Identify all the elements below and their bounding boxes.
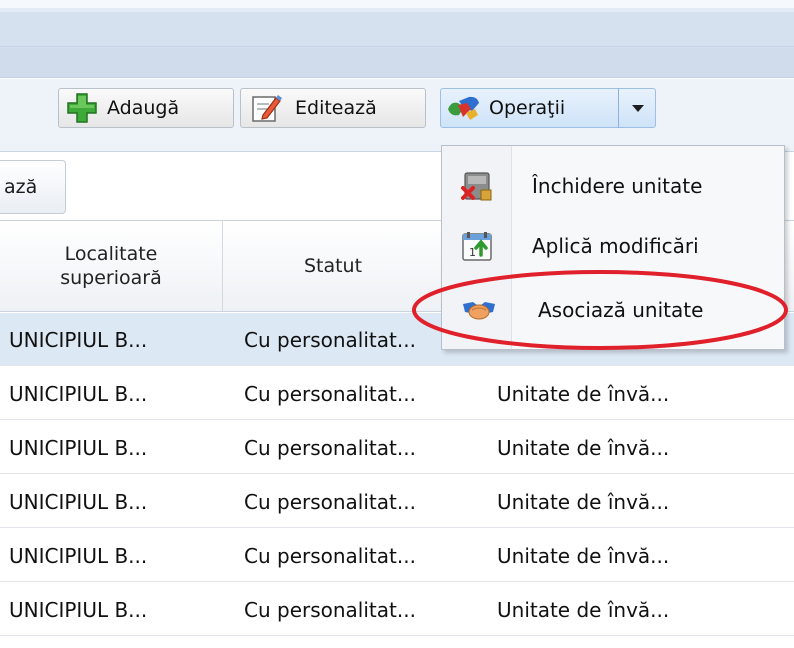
table-row[interactable]: UNICIPIUL B... Cu personalitat... Unitat…: [0, 421, 794, 474]
column-header-localitate[interactable]: Localitate superioară: [0, 221, 222, 311]
cell-statut: Cu personalitat...: [244, 381, 416, 406]
edit-icon: [252, 95, 282, 122]
operations-button-label: Operaţii: [489, 97, 566, 119]
menu-item-apply-changes[interactable]: 1 Aplică modificări: [442, 216, 784, 276]
cell-statut: Cu personalitat...: [244, 543, 416, 568]
table-row[interactable]: UNICIPIUL B... Cu personalitat... Unitat…: [0, 367, 794, 420]
cell-tip: Unitate de învă...: [497, 381, 670, 406]
cell-statut: Cu personalitat...: [244, 489, 416, 514]
menu-item-label: Aplică modificări: [532, 234, 699, 258]
secondary-tab[interactable]: ază: [0, 160, 66, 214]
table-row[interactable]: UNICIPIUL B... Cu personalitat... Unitat…: [0, 475, 794, 528]
add-button[interactable]: Adaugă: [58, 88, 234, 128]
table-row[interactable]: UNICIPIUL B... Cu personalitat... Unitat…: [0, 529, 794, 582]
menu-item-close-unit[interactable]: Închidere unitate: [442, 156, 784, 216]
table-row[interactable]: UNICIPIUL B... Cu personalitat... Unitat…: [0, 583, 794, 636]
cell-statut: Cu personalitat...: [244, 597, 416, 622]
edit-button[interactable]: Editează: [240, 88, 426, 128]
cell-localitate: UNICIPIUL B...: [9, 327, 148, 352]
title-band: [0, 0, 794, 78]
column-header-label: Localitate superioară: [60, 243, 162, 289]
cell-localitate: UNICIPIUL B...: [9, 435, 148, 460]
column-header-label: Statut: [303, 255, 363, 277]
add-button-label: Adaugă: [107, 97, 180, 119]
cell-localitate: UNICIPIUL B...: [9, 543, 148, 568]
cell-statut: Cu personalitat...: [244, 327, 416, 352]
cell-localitate: UNICIPIUL B...: [9, 597, 148, 622]
secondary-tab-label: ază: [4, 176, 38, 198]
operations-icon: [448, 96, 479, 120]
cell-localitate: UNICIPIUL B...: [9, 489, 148, 514]
cell-tip: Unitate de învă...: [497, 435, 670, 460]
cell-localitate: UNICIPIUL B...: [9, 381, 148, 406]
cell-tip: Unitate de învă...: [497, 489, 670, 514]
cell-tip: Unitate de învă...: [497, 597, 670, 622]
edit-button-label: Editează: [295, 97, 377, 119]
cell-tip: Unitate de învă...: [497, 543, 670, 568]
menu-item-label: Închidere unitate: [532, 174, 703, 198]
close-unit-icon: [461, 172, 492, 201]
chevron-down-icon: [631, 104, 644, 112]
cell-statut: Cu personalitat...: [244, 435, 416, 460]
add-icon: [67, 93, 97, 123]
title-band-separator: [0, 46, 794, 47]
operations-dropdown-toggle[interactable]: [618, 88, 656, 128]
apply-changes-icon: 1: [462, 232, 492, 261]
highlight-ring: [412, 270, 788, 350]
